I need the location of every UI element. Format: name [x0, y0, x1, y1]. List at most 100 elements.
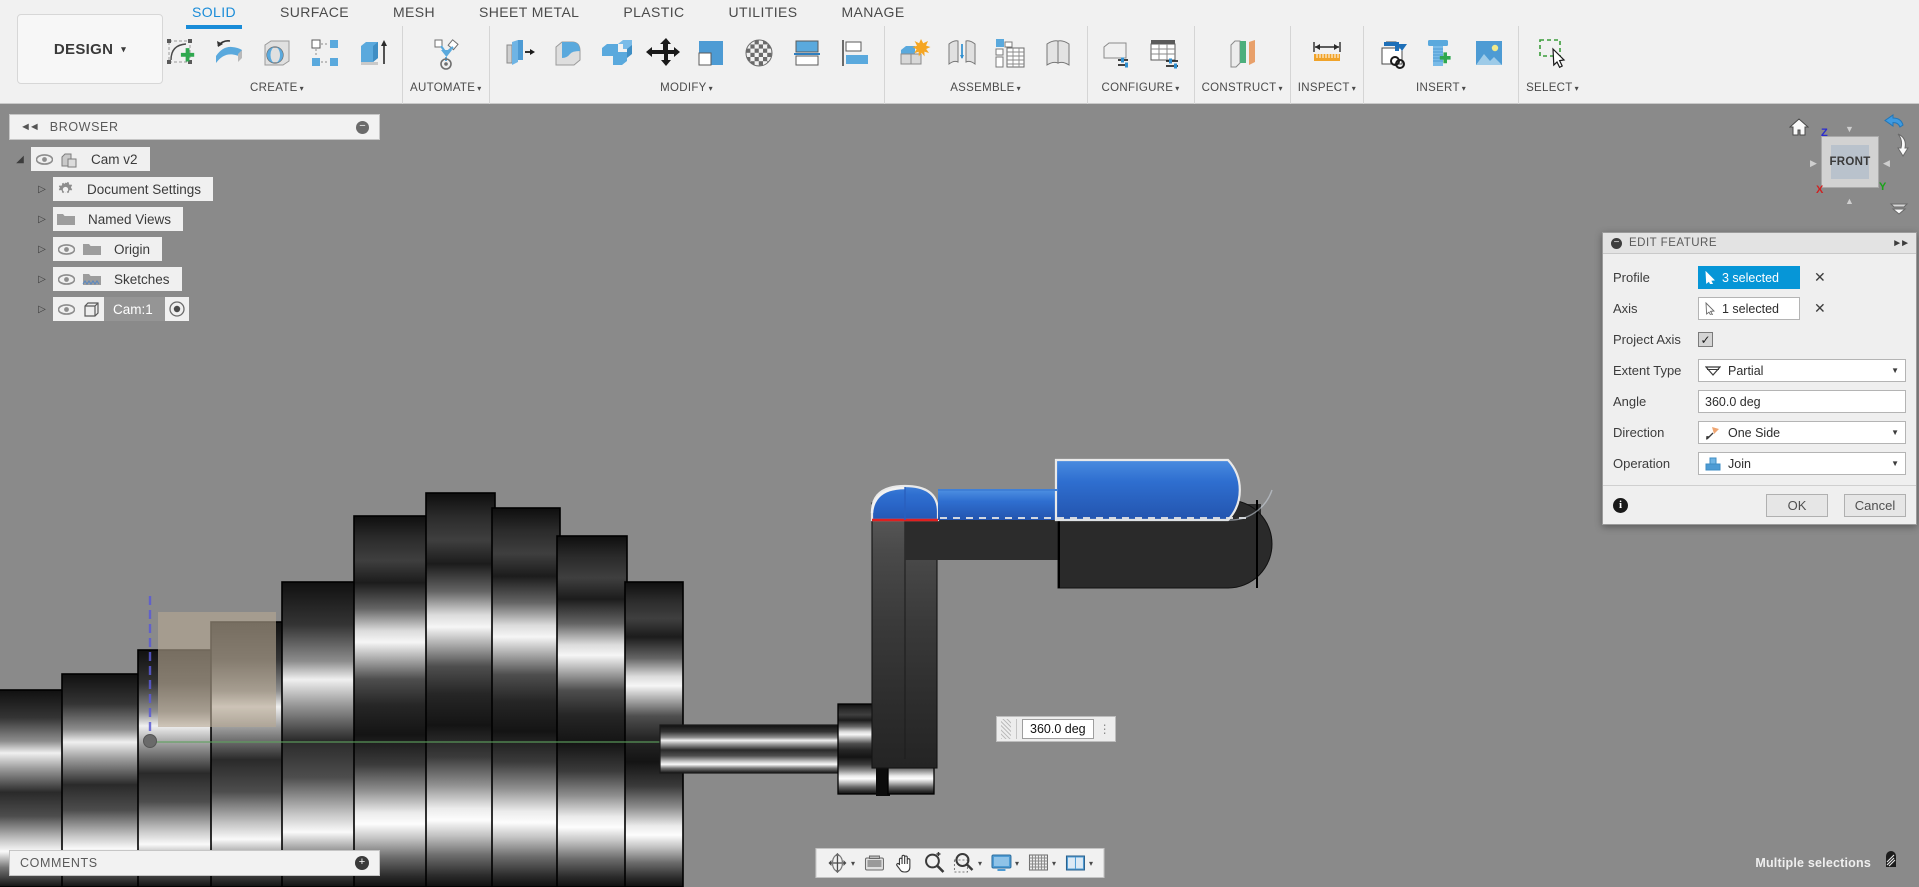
revolve-button[interactable]	[207, 30, 251, 76]
expand-dialog-icon[interactable]: ►►	[1892, 238, 1910, 249]
tree-row-cam-v2[interactable]: ◢ Cam v2	[9, 146, 380, 172]
combine-button[interactable]	[689, 30, 733, 76]
measure-button[interactable]	[1305, 30, 1349, 76]
orbit-button[interactable]: ▾	[823, 850, 858, 876]
axis-select-button[interactable]: 1 selected	[1698, 297, 1800, 320]
joint-button[interactable]	[940, 30, 984, 76]
tab-solid[interactable]: SOLID	[170, 0, 258, 29]
move-copy-button[interactable]	[641, 30, 685, 76]
tree-row-sketches[interactable]: ▷ Sketches	[9, 266, 380, 292]
viewports-button[interactable]: ▾	[1061, 850, 1096, 876]
tab-manage[interactable]: MANAGE	[819, 0, 926, 26]
edit-feature-dialog[interactable]: − EDIT FEATURE ►► Profile 3 selected ✕ A…	[1602, 232, 1917, 525]
workspace-switcher-button[interactable]: DESIGN ▾	[17, 14, 163, 84]
pan-hand-button[interactable]	[890, 850, 918, 876]
drag-grip-icon[interactable]	[1001, 719, 1011, 739]
fillet-button[interactable]	[545, 30, 589, 76]
profile-select-button[interactable]: 3 selected	[1698, 266, 1800, 289]
dimension-menu-icon[interactable]: ⋮	[1099, 723, 1111, 735]
create-sketch-button[interactable]	[159, 30, 203, 76]
info-icon[interactable]: i	[1613, 497, 1628, 513]
visibility-eye-icon[interactable]	[53, 297, 79, 321]
add-comment-icon[interactable]: +	[355, 856, 369, 870]
panel-label-create[interactable]: CREATE ▾	[250, 80, 304, 100]
project-axis-checkbox[interactable]: ✓	[1698, 332, 1713, 347]
clear-profile-icon[interactable]: ✕	[1814, 269, 1826, 286]
direction-dropdown[interactable]: One Side ▼	[1698, 421, 1906, 444]
tab-mesh[interactable]: MESH	[371, 0, 457, 26]
panel-label-modify[interactable]: MODIFY ▾	[660, 80, 713, 100]
panel-label-automate[interactable]: AUTOMATE ▾	[410, 80, 482, 100]
panel-label-construct[interactable]: CONSTRUCT ▾	[1202, 80, 1283, 100]
sphere-button[interactable]	[255, 30, 299, 76]
split-face-button[interactable]	[785, 30, 829, 76]
viewcube-arrow-up[interactable]: ▼	[1845, 124, 1854, 134]
tree-row-document-settings[interactable]: ▷ Document Settings	[9, 176, 380, 202]
dimension-value-input[interactable]: 360.0 deg	[1022, 719, 1094, 739]
tab-utilities[interactable]: UTILITIES	[707, 0, 820, 26]
zoom-window-button[interactable]: ▾	[950, 850, 985, 876]
automate-button[interactable]	[424, 30, 468, 76]
rigid-group-button[interactable]	[1036, 30, 1080, 76]
panel-label-assemble[interactable]: ASSEMBLE ▾	[950, 80, 1021, 100]
configuration-table-button[interactable]	[1143, 30, 1187, 76]
zoom-in-button[interactable]	[920, 850, 948, 876]
collapse-dialog-icon[interactable]: −	[1611, 237, 1622, 249]
selection-filter-icon[interactable]	[1883, 850, 1905, 875]
grid-snaps-button[interactable]: ▾	[1024, 850, 1059, 876]
expander-icon[interactable]: ▷	[31, 274, 53, 285]
collapse-left-icon[interactable]: ◄◄	[20, 121, 40, 133]
press-pull-button[interactable]	[497, 30, 541, 76]
as-built-joint-button[interactable]	[988, 30, 1032, 76]
visibility-eye-icon[interactable]	[31, 147, 57, 171]
expander-icon[interactable]: ▷	[31, 304, 53, 315]
panel-label-configure[interactable]: CONFIGURE ▾	[1102, 80, 1180, 100]
viewcube-face-front[interactable]: FRONT	[1821, 136, 1879, 188]
minimize-icon[interactable]: −	[356, 120, 369, 134]
expander-icon[interactable]: ▷	[31, 184, 53, 195]
dimension-input-widget[interactable]: 360.0 deg ⋮	[996, 716, 1116, 742]
viewcube[interactable]: FRONT ▶ ◀ ▼ ▲ Z X Y	[1779, 110, 1911, 220]
align-button[interactable]	[833, 30, 877, 76]
display-settings-button[interactable]: ▾	[987, 850, 1022, 876]
viewcube-arrow-left[interactable]: ▶	[1810, 158, 1817, 169]
material-button[interactable]	[737, 30, 781, 76]
home-icon[interactable]	[1788, 118, 1810, 141]
tab-surface[interactable]: SURFACE	[258, 0, 371, 26]
extent-type-dropdown[interactable]: Partial ▼	[1698, 359, 1906, 382]
expander-icon[interactable]: ▷	[31, 214, 53, 225]
viewcube-arrow-down[interactable]: ▲	[1845, 196, 1854, 206]
tree-row-named-views[interactable]: ▷ Named Views	[9, 206, 380, 232]
extrude-button[interactable]	[351, 30, 395, 76]
insert-derive-button[interactable]	[1371, 30, 1415, 76]
operation-dropdown[interactable]: Join ▼	[1698, 452, 1906, 475]
clear-axis-icon[interactable]: ✕	[1814, 300, 1826, 317]
cancel-button[interactable]: Cancel	[1844, 493, 1906, 517]
ok-button[interactable]: OK	[1766, 493, 1828, 517]
insert-mcmaster-button[interactable]	[1419, 30, 1463, 76]
pattern-button[interactable]	[303, 30, 347, 76]
tab-sheet-metal[interactable]: SHEET METAL	[457, 0, 601, 26]
radio-icon[interactable]	[164, 297, 189, 321]
panel-label-inspect[interactable]: INSPECT ▾	[1298, 80, 1356, 100]
rotate-view-icon[interactable]	[1895, 132, 1911, 163]
tree-row-origin[interactable]: ▷ Origin	[9, 236, 380, 262]
panel-label-insert[interactable]: INSERT ▾	[1416, 80, 1466, 100]
tree-row-cam-1[interactable]: ▷ Cam:1	[9, 296, 380, 322]
expander-icon[interactable]: ◢	[9, 154, 31, 165]
expander-icon[interactable]: ▷	[31, 244, 53, 255]
angle-input[interactable]: 360.0 deg	[1698, 390, 1906, 413]
panel-label-select[interactable]: SELECT ▾	[1526, 80, 1579, 100]
viewcube-arrow-right[interactable]: ◀	[1883, 158, 1890, 169]
comments-bar[interactable]: COMMENTS +	[9, 850, 380, 876]
configure-model-button[interactable]	[1095, 30, 1139, 76]
visibility-eye-icon[interactable]	[53, 267, 79, 291]
select-window-button[interactable]	[1531, 30, 1575, 76]
pan-view-button[interactable]	[860, 850, 888, 876]
offset-plane-button[interactable]	[1220, 30, 1264, 76]
insert-canvas-button[interactable]	[1467, 30, 1511, 76]
shell-button[interactable]	[593, 30, 637, 76]
visibility-eye-icon[interactable]	[53, 237, 79, 261]
tab-plastic[interactable]: PLASTIC	[601, 0, 706, 26]
new-component-button[interactable]	[892, 30, 936, 76]
